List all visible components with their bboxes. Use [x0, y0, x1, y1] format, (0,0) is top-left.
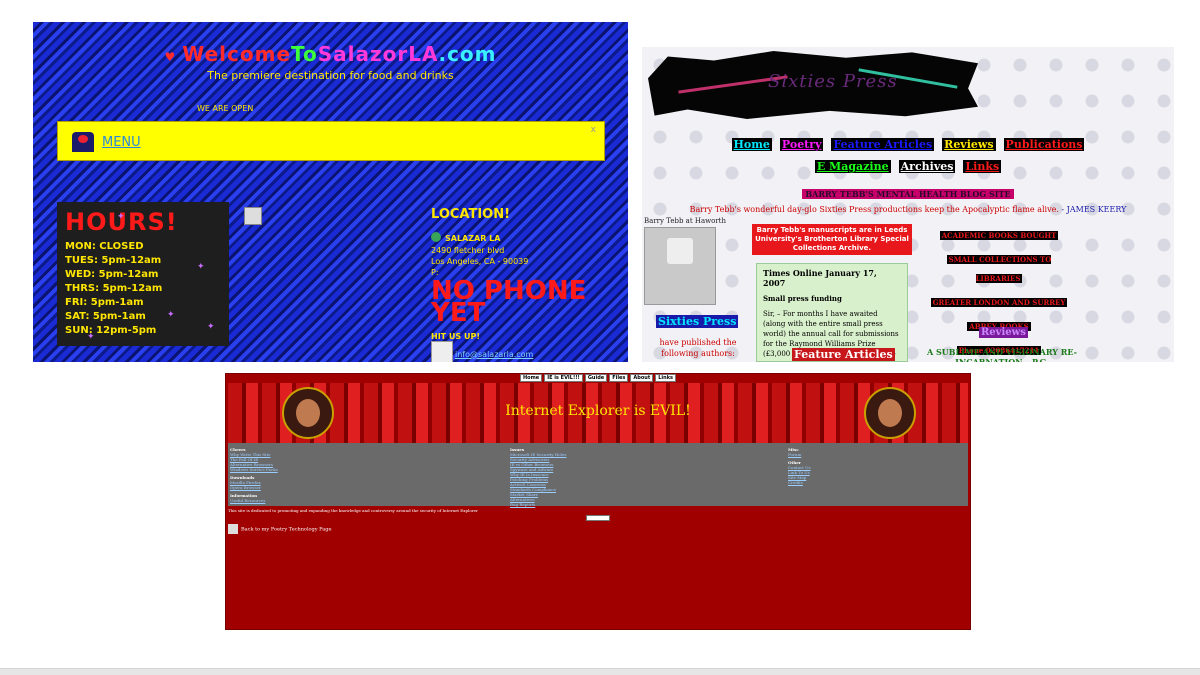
- welcome-word: Welcome: [182, 42, 292, 66]
- ie-footer: This site is dedicated to promoting and …: [228, 508, 478, 513]
- close-icon[interactable]: x: [591, 125, 596, 135]
- ie-col2: Issues Microsoft IE Security Holes Securit…: [510, 447, 566, 510]
- ie-nav-item[interactable]: Files: [609, 374, 629, 382]
- times-subtitle: Small press funding: [763, 294, 842, 303]
- location-name: SALAZAR LA: [445, 234, 501, 243]
- sixties-panel: Sixties Press Home Poetry Feature Articles…: [642, 47, 1174, 362]
- tagline: The premiere destination for food and dr…: [207, 69, 454, 82]
- right-links: ACADEMIC BOOKS BOUGHT SMALL COLLECTIONS T…: [924, 223, 1074, 362]
- ie-nav-item[interactable]: Home: [519, 374, 543, 382]
- nav-link-feature-articles[interactable]: Feature Articles: [831, 138, 935, 151]
- nav-link-publications[interactable]: Publications: [1003, 138, 1085, 151]
- ie-nav-item[interactable]: About: [630, 374, 654, 382]
- leeds-box: Barry Tebb's manuscripts are in Leeds Un…: [752, 224, 912, 255]
- ie-nav-item[interactable]: Links: [655, 374, 677, 382]
- open-status: WE ARE OPEN: [197, 104, 254, 113]
- sixties-press-button[interactable]: Sixties Press: [656, 315, 739, 328]
- heart-icon: ♥: [164, 50, 177, 64]
- hours-list: MON: CLOSED TUES: 5pm-12am WED: 5pm-12am TH…: [65, 240, 162, 338]
- broken-image-icon: [244, 207, 262, 225]
- welcome-word: SalazorLA: [317, 42, 439, 66]
- sparkle-icon: ✦: [117, 212, 125, 222]
- ie-heading: Internet Explorer is EVIL!: [505, 403, 691, 419]
- author-photo: [644, 227, 716, 305]
- location-block: LOCATION! SALAZAR LA 2490 fletcher blvd …: [431, 207, 626, 362]
- location-title: LOCATION!: [431, 207, 511, 222]
- blog-link[interactable]: BARRY TEBB'S MENTAL HEALTH BLOG SITE: [802, 189, 1014, 199]
- banner-title: Sixties Press: [768, 71, 898, 92]
- right-link[interactable]: GREATER LONDON AND SURREY: [930, 298, 1068, 307]
- sublime-text: A SUBLIME AND VISIONARY RE-INCARNATION –…: [927, 347, 1077, 362]
- nav-link-links[interactable]: Links: [963, 160, 1002, 173]
- sixties-banner: Sixties Press: [648, 51, 978, 119]
- hours-item: THRS: 5pm-12am: [65, 283, 163, 294]
- ie-col3: Misc Forum Other Contact Us Link To Us Site M…: [788, 447, 811, 488]
- right-link[interactable]: SMALL COLLECTIONS TO LIBRARIES: [946, 255, 1052, 283]
- quote: Barry Tebb's wonderful day-glo Sixties P…: [642, 205, 1174, 214]
- back-link[interactable]: Back to my Poetry Technology Page: [228, 524, 331, 534]
- hours-item: SAT: 5pm-1am: [65, 311, 146, 322]
- nav-link-e-magazine[interactable]: E Magazine: [814, 160, 891, 173]
- hours-item: MON: CLOSED: [65, 241, 144, 252]
- menu-bar[interactable]: MENU x: [57, 121, 605, 161]
- sparkle-icon: ✦: [197, 262, 205, 272]
- nav-link-poetry[interactable]: Poetry: [779, 138, 824, 151]
- counter-badge: [586, 515, 610, 521]
- puzzle-icon: [667, 238, 693, 264]
- back-icon: [228, 524, 238, 534]
- address-line2: Los Angeles, CA - 90039: [431, 257, 529, 266]
- hit-us-label: HIT US UP!: [431, 332, 480, 341]
- ie-col-link[interactable]: Windows Service Packs: [230, 467, 278, 472]
- quote-text: Barry Tebb's wonderful day-glo Sixties P…: [689, 205, 1059, 214]
- bottom-strip: [0, 668, 1200, 675]
- welcome-word: To: [291, 42, 318, 66]
- right-link[interactable]: ACADEMIC BOOKS BOUGHT: [939, 231, 1059, 240]
- menu-icon: [72, 132, 94, 152]
- salazar-panel: ♥ Welcome To SalazorLA.com The premiere d…: [33, 22, 628, 362]
- pentagram-avatar: [864, 387, 916, 439]
- sparkle-icon: ✦: [207, 322, 215, 332]
- menu-link[interactable]: MENU: [102, 135, 141, 150]
- ie-evil-panel: Home IE is EVIL!!! Guide Files About Links In…: [225, 373, 971, 630]
- published-text: have published the following authors:: [659, 338, 737, 358]
- email-link[interactable]: info@salazarla.com: [455, 350, 533, 359]
- photo-caption: Barry Tebb at Haworth: [644, 217, 727, 225]
- sixties-nav-row2: E Magazine Archives Links: [642, 160, 1174, 173]
- welcome-word: .com: [438, 42, 497, 66]
- feature-articles-button[interactable]: Feature Articles: [792, 348, 895, 361]
- back-text[interactable]: Back to my Poetry Technology Page: [241, 527, 331, 533]
- mail-icon: [431, 341, 453, 362]
- sixties-nav-row1: Home Poetry Feature Articles Reviews Publica…: [642, 138, 1174, 151]
- ie-nav-item[interactable]: Guide: [584, 374, 608, 382]
- hours-item: SUN: 12pm-5pm: [65, 325, 157, 336]
- quote-author: - JAMES KEERY: [1061, 205, 1127, 214]
- times-title: Times Online January 17, 2007: [763, 268, 877, 288]
- ie-header: Internet Explorer is EVIL!: [228, 383, 968, 443]
- ie-col1: Cheers Why Write This Site The Fall Of IE A…: [230, 447, 278, 506]
- nav-link-home[interactable]: Home: [731, 138, 772, 151]
- globe-icon: [431, 231, 441, 242]
- nav-link-reviews[interactable]: Reviews: [942, 138, 996, 151]
- ie-link-area: Cheers Why Write This Site The Fall Of IE A…: [228, 443, 968, 507]
- welcome-heading: ♥ Welcome To SalazorLA.com: [33, 42, 628, 66]
- hours-item: TUES: 5pm-12am: [65, 255, 162, 266]
- hours-item: FRI: 5pm-1am: [65, 297, 144, 308]
- hours-item: WED: 5pm-12am: [65, 269, 159, 280]
- nav-link-archives[interactable]: Archives: [898, 160, 956, 173]
- ie-top-nav: Home IE is EVIL!!! Guide Files About Links: [226, 374, 970, 382]
- sparkle-icon: ✦: [167, 310, 175, 320]
- reviews-button[interactable]: Reviews: [979, 327, 1028, 338]
- hours-box: HOURS! MON: CLOSED TUES: 5pm-12am WED: 5pm…: [57, 202, 229, 346]
- sparkle-icon: ✦: [87, 332, 95, 342]
- address-line1: 2490 fletcher blvd: [431, 246, 505, 255]
- no-phone-text: NO PHONE YET: [431, 276, 587, 328]
- ie-nav-item[interactable]: IE is EVIL!!!: [544, 374, 583, 382]
